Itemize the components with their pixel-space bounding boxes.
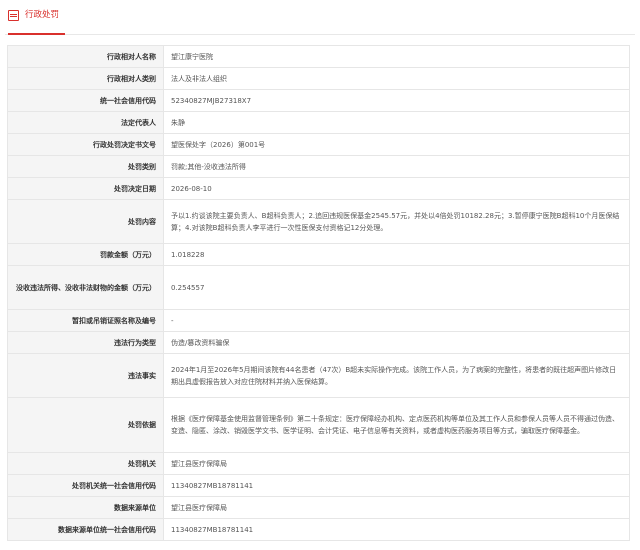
field-value: 朱静 bbox=[163, 111, 630, 134]
tab-administrative-penalty[interactable]: 行政处罚 bbox=[8, 7, 66, 35]
field-value: 望江康宁医院 bbox=[163, 45, 630, 68]
field-label: 法定代表人 bbox=[7, 111, 164, 134]
field-value: 伪造/篡改资料骗保 bbox=[163, 331, 630, 354]
field-label: 处罚机关 bbox=[7, 452, 164, 475]
field-label: 违法行为类型 bbox=[7, 331, 164, 354]
field-label: 行政相对人类别 bbox=[7, 67, 164, 90]
field-value: 11340827MB18781141 bbox=[163, 474, 630, 497]
field-value: 予以1.约谈该院主要负责人、B超科负责人；2.追回违规医保基金2545.57元，… bbox=[163, 199, 630, 244]
field-label: 行政处罚决定书文号 bbox=[7, 133, 164, 156]
field-label: 处罚决定日期 bbox=[7, 177, 164, 200]
field-value: 1.018228 bbox=[163, 243, 630, 266]
field-value: 2026-08-10 bbox=[163, 177, 630, 200]
document-icon bbox=[8, 10, 19, 21]
field-label: 处罚机关统一社会信用代码 bbox=[7, 474, 164, 497]
field-label: 处罚类别 bbox=[7, 155, 164, 178]
field-label: 处罚内容 bbox=[7, 199, 164, 244]
row-decision-date: 处罚决定日期 2026-08-10 bbox=[7, 177, 630, 200]
field-value: 望江县医疗保障局 bbox=[163, 496, 630, 519]
penalty-info-table: 行政相对人名称 望江康宁医院 行政相对人类别 法人及非法人组织 统一社会信用代码… bbox=[7, 45, 630, 541]
row-confiscation-amount: 没收违法所得、没收非法财物的金额（万元） 0.254557 bbox=[7, 265, 630, 310]
tab-label: 行政处罚 bbox=[25, 10, 60, 20]
field-value: 2024年1月至2026年5月期间该院有44名患者（47次）B超未实际操作完成。… bbox=[163, 353, 630, 398]
row-violation-facts: 违法事实 2024年1月至2026年5月期间该院有44名患者（47次）B超未实际… bbox=[7, 353, 630, 398]
row-data-source: 数据来源单位 望江县医疗保障局 bbox=[7, 496, 630, 519]
field-label: 罚款金额（万元） bbox=[7, 243, 164, 266]
row-penalty-basis: 处罚依据 根据《医疗保障基金使用监督管理条例》第二十条规定：医疗保障经办机构、定… bbox=[7, 397, 630, 453]
tab-bar: 行政处罚 bbox=[5, 0, 635, 35]
field-value: 0.254557 bbox=[163, 265, 630, 310]
row-data-source-credit-code: 数据来源单位统一社会信用代码 11340827MB18781141 bbox=[7, 518, 630, 541]
field-label: 暂扣或吊销证照名称及编号 bbox=[7, 309, 164, 332]
field-label: 数据来源单位 bbox=[7, 496, 164, 519]
field-value: 望江县医疗保障局 bbox=[163, 452, 630, 475]
row-legal-rep: 法定代表人 朱静 bbox=[7, 111, 630, 134]
field-label: 行政相对人名称 bbox=[7, 45, 164, 68]
row-penalty-content: 处罚内容 予以1.约谈该院主要负责人、B超科负责人；2.追回违规医保基金2545… bbox=[7, 199, 630, 244]
row-penalty-category: 处罚类别 罚款;其他-没收违法所得 bbox=[7, 155, 630, 178]
row-authority-credit-code: 处罚机关统一社会信用代码 11340827MB18781141 bbox=[7, 474, 630, 497]
field-label: 统一社会信用代码 bbox=[7, 89, 164, 112]
field-label: 违法事实 bbox=[7, 353, 164, 398]
field-label: 处罚依据 bbox=[7, 397, 164, 453]
field-value: 根据《医疗保障基金使用监督管理条例》第二十条规定：医疗保障经办机构、定点医药机构… bbox=[163, 397, 630, 453]
field-value: 望医保处字（2026）第001号 bbox=[163, 133, 630, 156]
field-value: - bbox=[163, 309, 630, 332]
field-value: 52340827MJB27318X7 bbox=[163, 89, 630, 112]
field-value: 罚款;其他-没收违法所得 bbox=[163, 155, 630, 178]
row-party-name: 行政相对人名称 望江康宁医院 bbox=[7, 45, 630, 68]
field-value: 法人及非法人组织 bbox=[163, 67, 630, 90]
row-fine-amount: 罚款金额（万元） 1.018228 bbox=[7, 243, 630, 266]
row-penalty-authority: 处罚机关 望江县医疗保障局 bbox=[7, 452, 630, 475]
row-credit-code: 统一社会信用代码 52340827MJB27318X7 bbox=[7, 89, 630, 112]
row-party-type: 行政相对人类别 法人及非法人组织 bbox=[7, 67, 630, 90]
field-label: 数据来源单位统一社会信用代码 bbox=[7, 518, 164, 541]
row-license-suspension: 暂扣或吊销证照名称及编号 - bbox=[7, 309, 630, 332]
row-decision-number: 行政处罚决定书文号 望医保处字（2026）第001号 bbox=[7, 133, 630, 156]
field-value: 11340827MB18781141 bbox=[163, 518, 630, 541]
field-label: 没收违法所得、没收非法财物的金额（万元） bbox=[7, 265, 164, 310]
row-violation-type: 违法行为类型 伪造/篡改资料骗保 bbox=[7, 331, 630, 354]
